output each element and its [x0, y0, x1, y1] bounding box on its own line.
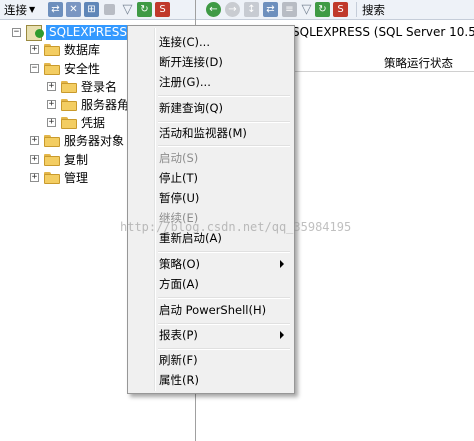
tree-node-replication[interactable]: + 复制	[30, 151, 88, 168]
menu-item-facets[interactable]: 方面(A)	[130, 274, 292, 294]
menu-item-start: 启动(S)	[159, 151, 199, 165]
tree-node-management[interactable]: + 管理	[30, 169, 88, 186]
column-header-policy-health[interactable]: 策略运行状态	[384, 55, 453, 71]
object-explorer-toolbar: 连接 ▼ ⇄ ✕ ⊞ ▽ ↻ S	[0, 0, 195, 20]
forward-icon[interactable]: →	[225, 2, 240, 17]
menu-item-connect[interactable]: 连接(C)...	[130, 32, 292, 52]
connect-dropdown-button[interactable]: 连接 ▼	[4, 2, 35, 17]
details-toolbar: ← → ↕ ⇄ ≡ ▽ ↻ S 搜索	[196, 0, 474, 20]
tree-node-label: 数据库	[64, 43, 101, 57]
refresh-icon[interactable]: ↻	[137, 2, 152, 17]
activity-monitor-icon[interactable]: S	[155, 2, 170, 17]
tree-node-server-objects[interactable]: + 服务器对象	[30, 132, 124, 149]
menu-item-start-powershell[interactable]: 启动 PowerShell(H)	[130, 300, 292, 320]
tree-node-label: 服务器对象	[64, 134, 125, 148]
menu-item-reports[interactable]: 报表(P)	[130, 325, 292, 345]
folder-icon	[61, 98, 77, 111]
menu-item-policies[interactable]: 策略(O)	[130, 254, 292, 274]
disconnect-icon[interactable]: ✕	[66, 2, 81, 17]
search-label: 搜索	[362, 2, 385, 17]
folder-icon	[44, 171, 60, 184]
tree-node-label: 凭据	[81, 116, 106, 130]
folder-icon	[44, 62, 60, 75]
tree-node-label: 复制	[64, 153, 89, 167]
menu-item-stop[interactable]: 停止(T)	[130, 168, 292, 188]
policy-icon[interactable]: S	[333, 2, 348, 17]
menu-item-refresh[interactable]: 刷新(F)	[130, 350, 292, 370]
menu-separator	[158, 251, 290, 253]
chevron-down-icon: ▼	[29, 5, 36, 14]
expand-icon[interactable]: +	[47, 82, 56, 91]
expand-icon[interactable]: +	[30, 136, 39, 145]
search-button[interactable]: 搜索	[356, 2, 385, 17]
connect-icon[interactable]: ⇄	[48, 2, 63, 17]
collapse-icon[interactable]: −	[30, 64, 39, 73]
tree-node-databases[interactable]: + 数据库	[30, 41, 100, 58]
submenu-arrow-icon	[280, 331, 284, 339]
folder-icon	[44, 134, 60, 147]
connect-icon[interactable]: ⇄	[263, 2, 278, 17]
menu-item-activity-monitor[interactable]: 活动和监视器(M)	[130, 123, 292, 143]
menu-separator	[158, 145, 290, 147]
collapse-icon[interactable]: −	[12, 28, 21, 37]
menu-item-register[interactable]: 注册(G)...	[130, 72, 292, 92]
menu-item-pause[interactable]: 暂停(U)	[130, 188, 292, 208]
menu-item-disconnect[interactable]: 断开连接(D)	[130, 52, 292, 72]
folder-icon	[61, 80, 77, 93]
connect-label: 连接	[4, 2, 27, 17]
server-context-menu: 连接(C)... 断开连接(D) 注册(G)... 新建查询(Q) 活动和监视器…	[127, 25, 295, 394]
back-icon[interactable]: ←	[206, 2, 221, 17]
details-title: SQLEXPRESS (SQL Server 10.50.4	[292, 25, 474, 39]
folder-icon	[44, 43, 60, 56]
menu-item-new-query[interactable]: 新建查询(Q)	[130, 98, 292, 118]
tree-node-logins[interactable]: + 登录名	[47, 78, 117, 95]
expand-icon[interactable]: +	[30, 155, 39, 164]
refresh-icon[interactable]: ↻	[315, 2, 330, 17]
menu-item-properties[interactable]: 属性(R)	[130, 370, 292, 390]
tree-node-credentials[interactable]: + 凭据	[47, 114, 105, 131]
filter-icon[interactable]: ▽	[299, 2, 314, 17]
stop-icon[interactable]	[104, 4, 115, 15]
server-icon	[26, 24, 44, 41]
tree-node-label: 安全性	[64, 62, 101, 76]
submenu-arrow-icon	[280, 260, 284, 268]
expand-icon[interactable]: +	[47, 118, 56, 127]
menu-separator	[158, 95, 290, 97]
tree-node-security[interactable]: − 安全性	[30, 60, 100, 77]
filter-icon[interactable]: ▽	[120, 2, 135, 17]
expand-icon[interactable]: +	[47, 100, 56, 109]
menu-separator	[158, 297, 290, 299]
tree-node-label: 登录名	[81, 80, 118, 94]
watermark-text: http://blog.csdn.net/qq_35984195	[120, 220, 352, 234]
register-icon[interactable]: ⊞	[84, 2, 99, 17]
list-icon[interactable]: ≡	[282, 2, 297, 17]
folder-icon	[44, 153, 60, 166]
expand-icon[interactable]: +	[30, 45, 39, 54]
folder-icon	[61, 116, 77, 129]
tree-node-label: 管理	[64, 171, 89, 185]
expand-icon[interactable]: +	[30, 173, 39, 182]
sync-icon[interactable]: ↕	[244, 2, 259, 17]
